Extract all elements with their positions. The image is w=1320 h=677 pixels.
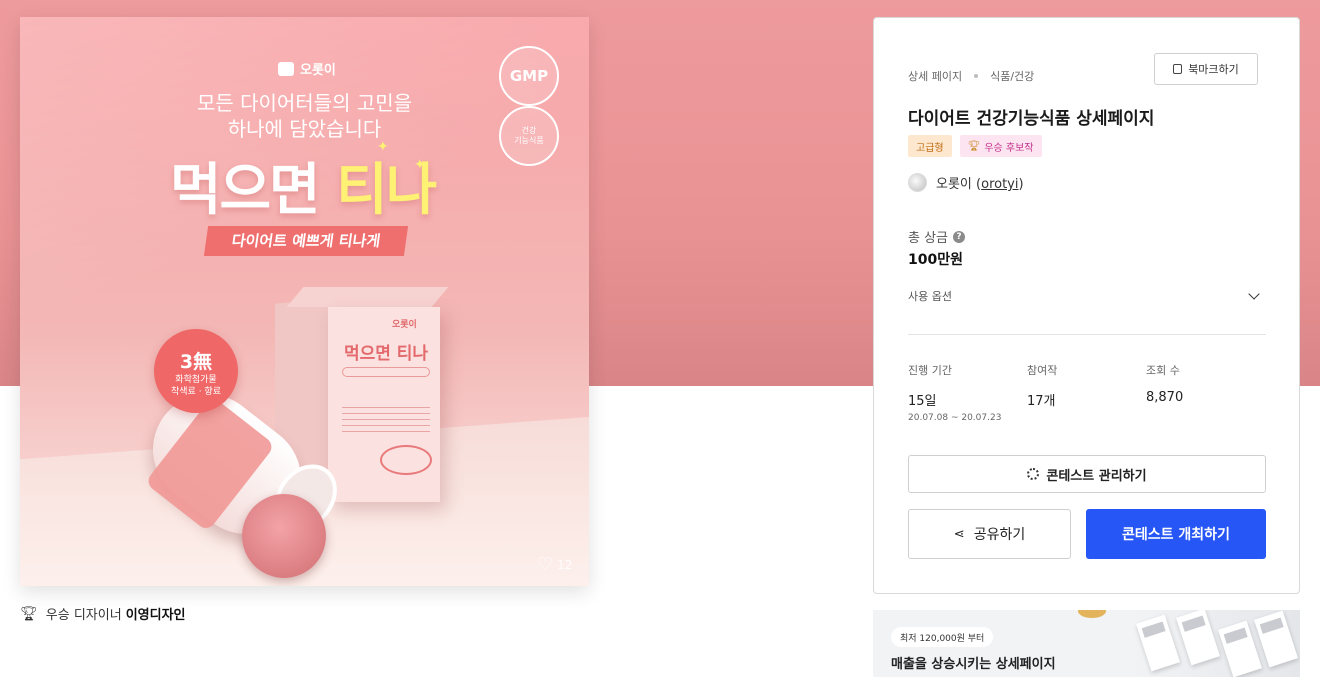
sparkle-icon: ✦: [377, 139, 389, 155]
divider: [908, 334, 1266, 335]
health-badge-line-1: 건강: [521, 126, 537, 135]
brand-name: 오롯이: [300, 63, 336, 78]
three-free-line-2: 착색료 · 향료: [171, 387, 221, 397]
tagline-ribbon: 다이어트 예쁘게 티나게: [203, 226, 409, 256]
product-title-main: 먹으면: [170, 158, 337, 223]
brand-mark-icon: [278, 61, 294, 76]
chevron-down-icon: [1248, 288, 1260, 300]
prize-label: 총 상금 ?: [908, 227, 966, 246]
banner-thumbnails: [1133, 610, 1300, 677]
page-title: 다이어트 건강기능식품 상세페이지: [908, 109, 1155, 129]
package-subtitle-bar: [342, 367, 430, 377]
package-box-top: [286, 287, 449, 307]
health-food-badge: 건강 기능식품: [499, 106, 559, 166]
sparkle-icon: ✦: [414, 157, 426, 173]
stat-period-dates: 20.07.08 ~ 20.07.23: [908, 413, 1002, 423]
heart-icon: ♡: [537, 554, 554, 575]
stat-period-value: 15일: [908, 394, 937, 409]
thumbnail-image: [1218, 620, 1262, 677]
manage-contest-label: 콘테스트 관리하기: [1046, 468, 1147, 484]
avatar: [908, 173, 927, 192]
tag-premium: 고급형: [908, 135, 952, 157]
gmp-badge: GMP: [499, 46, 559, 106]
package-gmp-mark: [380, 445, 432, 475]
tag-list: 고급형 🏆︎ 우승 후보작: [908, 135, 1042, 157]
contest-info-panel: 상세 페이지 식품/건강 북마크하기 다이어트 건강기능식품 상세페이지 고급형…: [873, 17, 1300, 594]
usage-options-label: 사용 옵션: [908, 290, 952, 303]
like-count: 12: [557, 558, 573, 572]
three-free-line-1: 화학첨가물: [175, 375, 217, 385]
like-button[interactable]: ♡ 12: [537, 556, 572, 574]
stat-views: 조회 수 8,870: [1146, 362, 1183, 405]
gear-icon: [1027, 468, 1040, 480]
headline-line-1: 모든 다이어터들의 고민을: [196, 91, 413, 115]
share-button[interactable]: ⋖ 공유하기: [908, 509, 1071, 559]
prize-label-text: 총 상금: [908, 231, 949, 246]
product-image[interactable]: 오롯이 모든 다이어터들의 고민을 하나에 담았습니다 먹으면 티나 ✦ ✦ 다…: [20, 17, 589, 586]
thumbnail-image: [1254, 610, 1298, 668]
health-badge-line-2: 기능식품: [514, 136, 544, 145]
tag-label: 고급형: [916, 142, 944, 154]
host-contest-label: 콘테스트 개최하기: [1122, 527, 1230, 543]
stat-views-label: 조회 수: [1146, 364, 1180, 377]
breadcrumb-item[interactable]: 상세 페이지: [908, 68, 962, 84]
stat-period: 진행 기간 15일 20.07.08 ~ 20.07.23: [908, 362, 1001, 423]
breadcrumb-item[interactable]: 식품/건강: [990, 68, 1034, 84]
share-icon: ⋖: [953, 526, 965, 542]
thumbnail-image: [1136, 614, 1180, 672]
product-title: 먹으면 티나: [170, 145, 437, 226]
promo-banner[interactable]: 최저 120,000원 부터 매출을 상승시키는 상세페이지: [873, 610, 1300, 677]
stat-entries-value: 17개: [1027, 394, 1056, 409]
three-free-badge: 3無 화학첨가물 착색료 · 향료: [154, 329, 238, 413]
brand-logo: 오롯이: [278, 59, 336, 78]
designer-info[interactable]: 오롯이 (orotyi): [908, 173, 1024, 192]
breadcrumb: 상세 페이지 식품/건강: [908, 68, 1034, 84]
bookmark-icon: [1173, 64, 1183, 74]
tag-label: 우승 후보작: [984, 142, 1034, 154]
stat-period-label: 진행 기간: [908, 364, 952, 377]
usage-options-toggle[interactable]: 사용 옵션: [908, 288, 1266, 304]
package-box-front: [328, 307, 440, 502]
stat-entries-label: 참여작: [1027, 364, 1058, 377]
bookmark-label: 북마크하기: [1188, 63, 1239, 76]
help-icon[interactable]: ?: [953, 230, 966, 243]
three-free-title: 3無: [179, 351, 213, 373]
winner-label: 우승 디자이너: [45, 608, 122, 623]
breadcrumb-separator: [974, 74, 979, 78]
package-brand: 오롯이: [392, 320, 417, 330]
trophy-icon: 🏆︎: [20, 605, 38, 622]
package-text-lines: [342, 407, 430, 437]
bookmark-button[interactable]: 북마크하기: [1154, 53, 1258, 85]
winner-designer: 🏆︎ 우승 디자이너 이영디자인: [20, 604, 186, 624]
prize-value: 100만원: [908, 252, 963, 268]
designer-name: 오롯이: [936, 177, 972, 192]
package-title: 먹으면 티나: [343, 344, 429, 364]
bottle-cap: [242, 494, 326, 578]
share-label: 공유하기: [973, 527, 1026, 543]
decorative-blob: [1078, 610, 1106, 618]
trophy-icon: 🏆︎: [967, 140, 981, 152]
manage-contest-button[interactable]: 콘테스트 관리하기: [908, 455, 1266, 493]
stat-entries: 참여작 17개: [1027, 362, 1057, 409]
host-contest-button[interactable]: 콘테스트 개최하기: [1086, 509, 1266, 559]
winner-name[interactable]: 이영디자인: [126, 604, 186, 623]
stat-views-value: 8,870: [1146, 390, 1184, 405]
tag-winning-candidate: 🏆︎ 우승 후보작: [959, 135, 1042, 157]
gmp-badge-text: GMP: [509, 67, 549, 85]
banner-headline: 매출을 상승시키는 상세페이지: [891, 657, 1056, 672]
designer-handle[interactable]: orotyi: [981, 177, 1018, 192]
banner-price-pill: 최저 120,000원 부터: [891, 627, 994, 647]
thumbnail-image: [1176, 610, 1220, 666]
